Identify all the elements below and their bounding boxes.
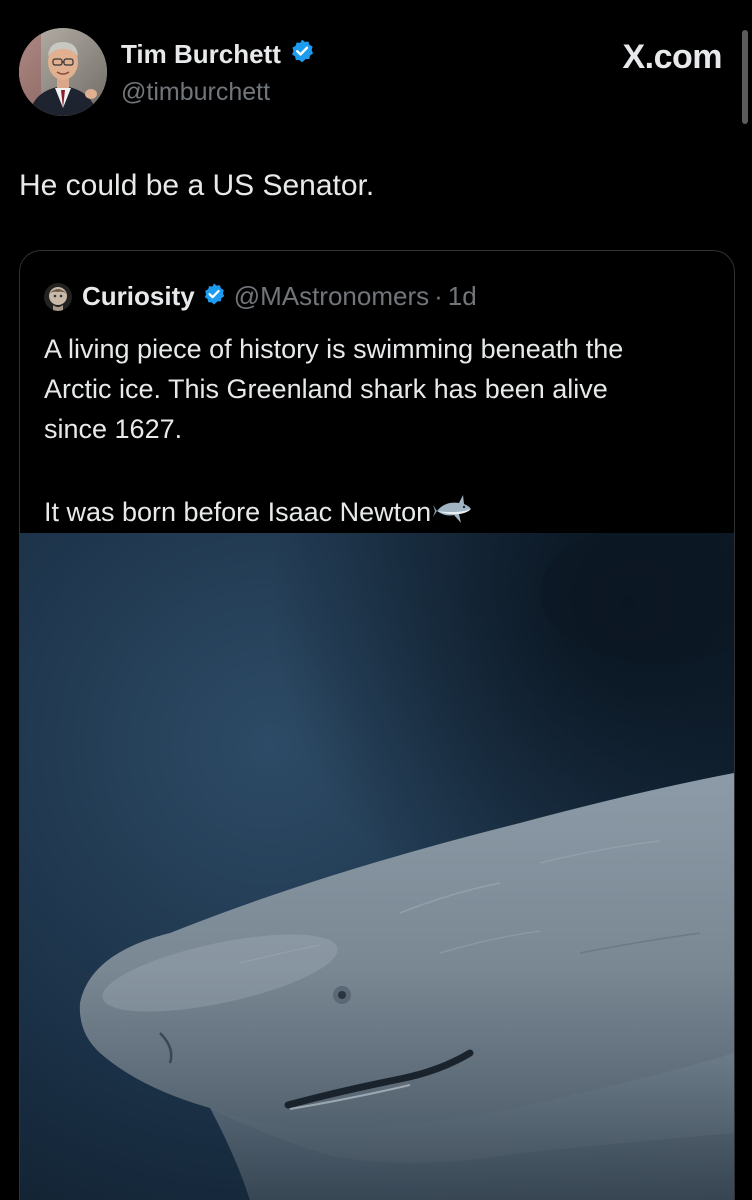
- author-avatar[interactable]: [19, 28, 107, 116]
- tweet-text: He could be a US Senator.: [19, 169, 375, 202]
- author-handle[interactable]: @timburchett: [121, 78, 270, 107]
- quoted-body-line: A living piece of history is swimming be…: [44, 334, 624, 364]
- quoted-tweet-media[interactable]: [20, 533, 734, 1200]
- quoted-verified-badge-icon: [202, 282, 226, 311]
- quoted-author-handle[interactable]: @MAstronomers: [234, 281, 429, 312]
- quoted-body-line: since 1627.: [44, 414, 183, 444]
- verified-badge-icon: [289, 38, 315, 71]
- separator-dot: ·: [434, 281, 443, 311]
- quoted-author-name[interactable]: Curiosity: [82, 281, 195, 312]
- quoted-body-line: Arctic ice. This Greenland shark has bee…: [44, 374, 608, 404]
- author-name[interactable]: Tim Burchett: [121, 39, 281, 70]
- quoted-body-line: It was born before Isaac Newton: [44, 497, 432, 527]
- quoted-tweet-body: A living piece of history is swimming be…: [44, 329, 714, 540]
- shark-photo: [20, 533, 734, 1200]
- quoted-timestamp[interactable]: 1d: [448, 281, 477, 312]
- author-name-row[interactable]: Tim Burchett: [121, 38, 315, 71]
- scrollbar[interactable]: [742, 30, 748, 124]
- quoted-tweet-card[interactable]: Curiosity @MAstronomers · 1d A living pi…: [19, 250, 735, 1200]
- quoted-tweet-header: Curiosity @MAstronomers · 1d: [44, 281, 477, 312]
- site-label: X.com: [622, 38, 722, 76]
- tweet-screenshot: Tim Burchett @timburchett X.com He could…: [0, 0, 752, 1200]
- quoted-author-avatar[interactable]: [44, 282, 72, 311]
